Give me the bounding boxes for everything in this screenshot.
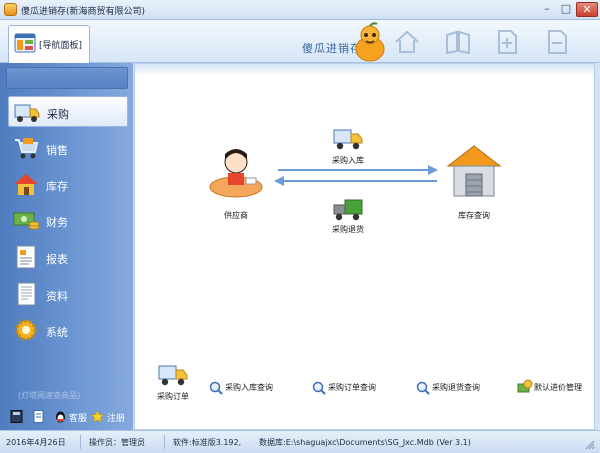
warehouse-icon: [446, 145, 502, 197]
star-icon: [91, 410, 104, 423]
support-link[interactable]: 客服: [69, 411, 87, 424]
sidebar-item-inventory[interactable]: 库存: [8, 169, 128, 200]
window-title: 傻瓜进销存(新海商贸有限公司): [21, 7, 146, 17]
home-icon[interactable]: [392, 27, 422, 57]
shopping-cart-icon: [15, 138, 39, 159]
purchase-order-query-label: 采购订单查询: [328, 383, 376, 392]
main-panel: 供应商 采购入库 采购退货 库存查询 采购订单 采购入库查询 采购订单查询 采购…: [134, 63, 595, 430]
arrow-left-head: [274, 176, 284, 186]
supplier-person-icon: [209, 149, 263, 198]
sidebar-bottom-bar: 客服 注册: [6, 407, 130, 427]
green-truck-icon: [333, 199, 363, 221]
sidebar-item-label: 库存: [46, 180, 68, 193]
sidebar-hint-text: (灯塔网速查商品): [18, 391, 81, 400]
register-link[interactable]: 注册: [107, 411, 125, 424]
notepad-icon[interactable]: [32, 410, 45, 423]
status-database: 数据库:E:\shaguajxc\Documents\SG_Jxc.Mdb (V…: [259, 438, 471, 447]
default-purchase-price-button[interactable]: 默认进价管理: [517, 378, 593, 396]
magnifier-icon: [209, 381, 223, 395]
purchase-return-query-label: 采购退货查询: [432, 383, 480, 392]
arrow-left-line: [281, 180, 437, 182]
sidebar-item-data[interactable]: 资料: [8, 279, 128, 310]
arrow-right-line: [278, 169, 434, 171]
add-page-icon[interactable]: [492, 27, 522, 57]
supplier-label: 供应商: [224, 211, 248, 220]
sidebar-header: [6, 67, 128, 89]
sidebar-item-reports[interactable]: 报表: [8, 242, 128, 273]
purchase-order-query-button[interactable]: 采购订单查询: [312, 380, 388, 396]
tab-navigation-panel[interactable]: [导航面板]: [8, 25, 90, 63]
gear-icon: [15, 319, 37, 341]
purchase-order-label: 采购订单: [157, 392, 189, 401]
book-icon[interactable]: [443, 27, 473, 57]
money-bag-icon: [517, 379, 533, 393]
purchase-return-query-button[interactable]: 采购退货查询: [416, 380, 492, 396]
nav-tab-label: [导航面板]: [39, 41, 83, 51]
house-icon: [14, 174, 38, 195]
status-separator: [164, 435, 165, 449]
sidebar-item-purchase[interactable]: 采购: [8, 96, 128, 127]
magnifier-icon: [312, 381, 326, 395]
maximize-button[interactable]: □: [557, 2, 575, 17]
navigation-panel-icon: [14, 33, 36, 53]
document-icon: [17, 282, 36, 306]
truck-icon: [333, 129, 363, 150]
remove-page-icon[interactable]: [542, 27, 572, 57]
status-bar: 2016年4月26日 操作员：管理员 软件:标准版3.192, 数据库:E:\s…: [0, 430, 600, 453]
minimize-button[interactable]: –: [538, 2, 556, 17]
sidebar-item-finance[interactable]: 财务: [8, 205, 128, 236]
main-panel-header: [135, 64, 594, 76]
sidebar-item-label: 资料: [46, 290, 68, 303]
sidebar-item-label: 销售: [46, 144, 68, 157]
sidebar: 采购 销售 库存 财务 报表 资料 系统 (灯塔网速查商品) 客服 注册: [0, 63, 133, 430]
app-icon: [4, 3, 17, 16]
purchase-return-node[interactable]: 采购退货: [313, 195, 383, 240]
status-date: 2016年4月26日: [6, 438, 66, 447]
sidebar-item-sales[interactable]: 销售: [8, 133, 128, 164]
qq-penguin-icon[interactable]: [54, 410, 67, 423]
toolbar: [导航面板] 傻瓜进销存: [0, 20, 600, 63]
purchase-in-query-label: 采购入库查询: [225, 383, 273, 392]
status-operator: 操作员：管理员: [89, 438, 145, 447]
report-icon: [16, 245, 36, 269]
money-icon: [13, 212, 40, 230]
sidebar-item-label: 报表: [46, 253, 68, 266]
inventory-node[interactable]: 库存查询: [439, 142, 509, 222]
purchase-in-query-button[interactable]: 采购入库查询: [209, 380, 285, 396]
sidebar-item-system[interactable]: 系统: [8, 315, 128, 346]
status-software: 软件:标准版3.192,: [173, 438, 242, 447]
arrow-right-head: [428, 165, 438, 175]
calculator-icon[interactable]: [10, 410, 23, 423]
status-separator: [80, 435, 81, 449]
close-button[interactable]: ✕: [576, 2, 598, 17]
title-bar: 傻瓜进销存(新海商贸有限公司) – □ ✕: [0, 0, 600, 20]
purchase-order-button[interactable]: 采购订单: [151, 360, 195, 402]
inventory-label: 库存查询: [458, 211, 490, 220]
mascot-gourd-icon: [355, 22, 385, 62]
magnifier-icon: [416, 381, 430, 395]
sidebar-item-label: 采购: [47, 108, 69, 121]
supplier-node[interactable]: 供应商: [201, 142, 271, 222]
sidebar-item-label: 财务: [46, 216, 68, 229]
purchase-in-node[interactable]: 采购入库: [313, 124, 383, 169]
purchase-in-label: 采购入库: [332, 156, 364, 165]
sidebar-item-label: 系统: [46, 326, 68, 339]
truck-icon: [14, 104, 40, 122]
truck-icon: [158, 365, 188, 386]
resize-grip-icon[interactable]: [585, 440, 595, 450]
purchase-return-label: 采购退货: [332, 225, 364, 234]
default-purchase-price-label: 默认进价管理: [534, 383, 582, 392]
